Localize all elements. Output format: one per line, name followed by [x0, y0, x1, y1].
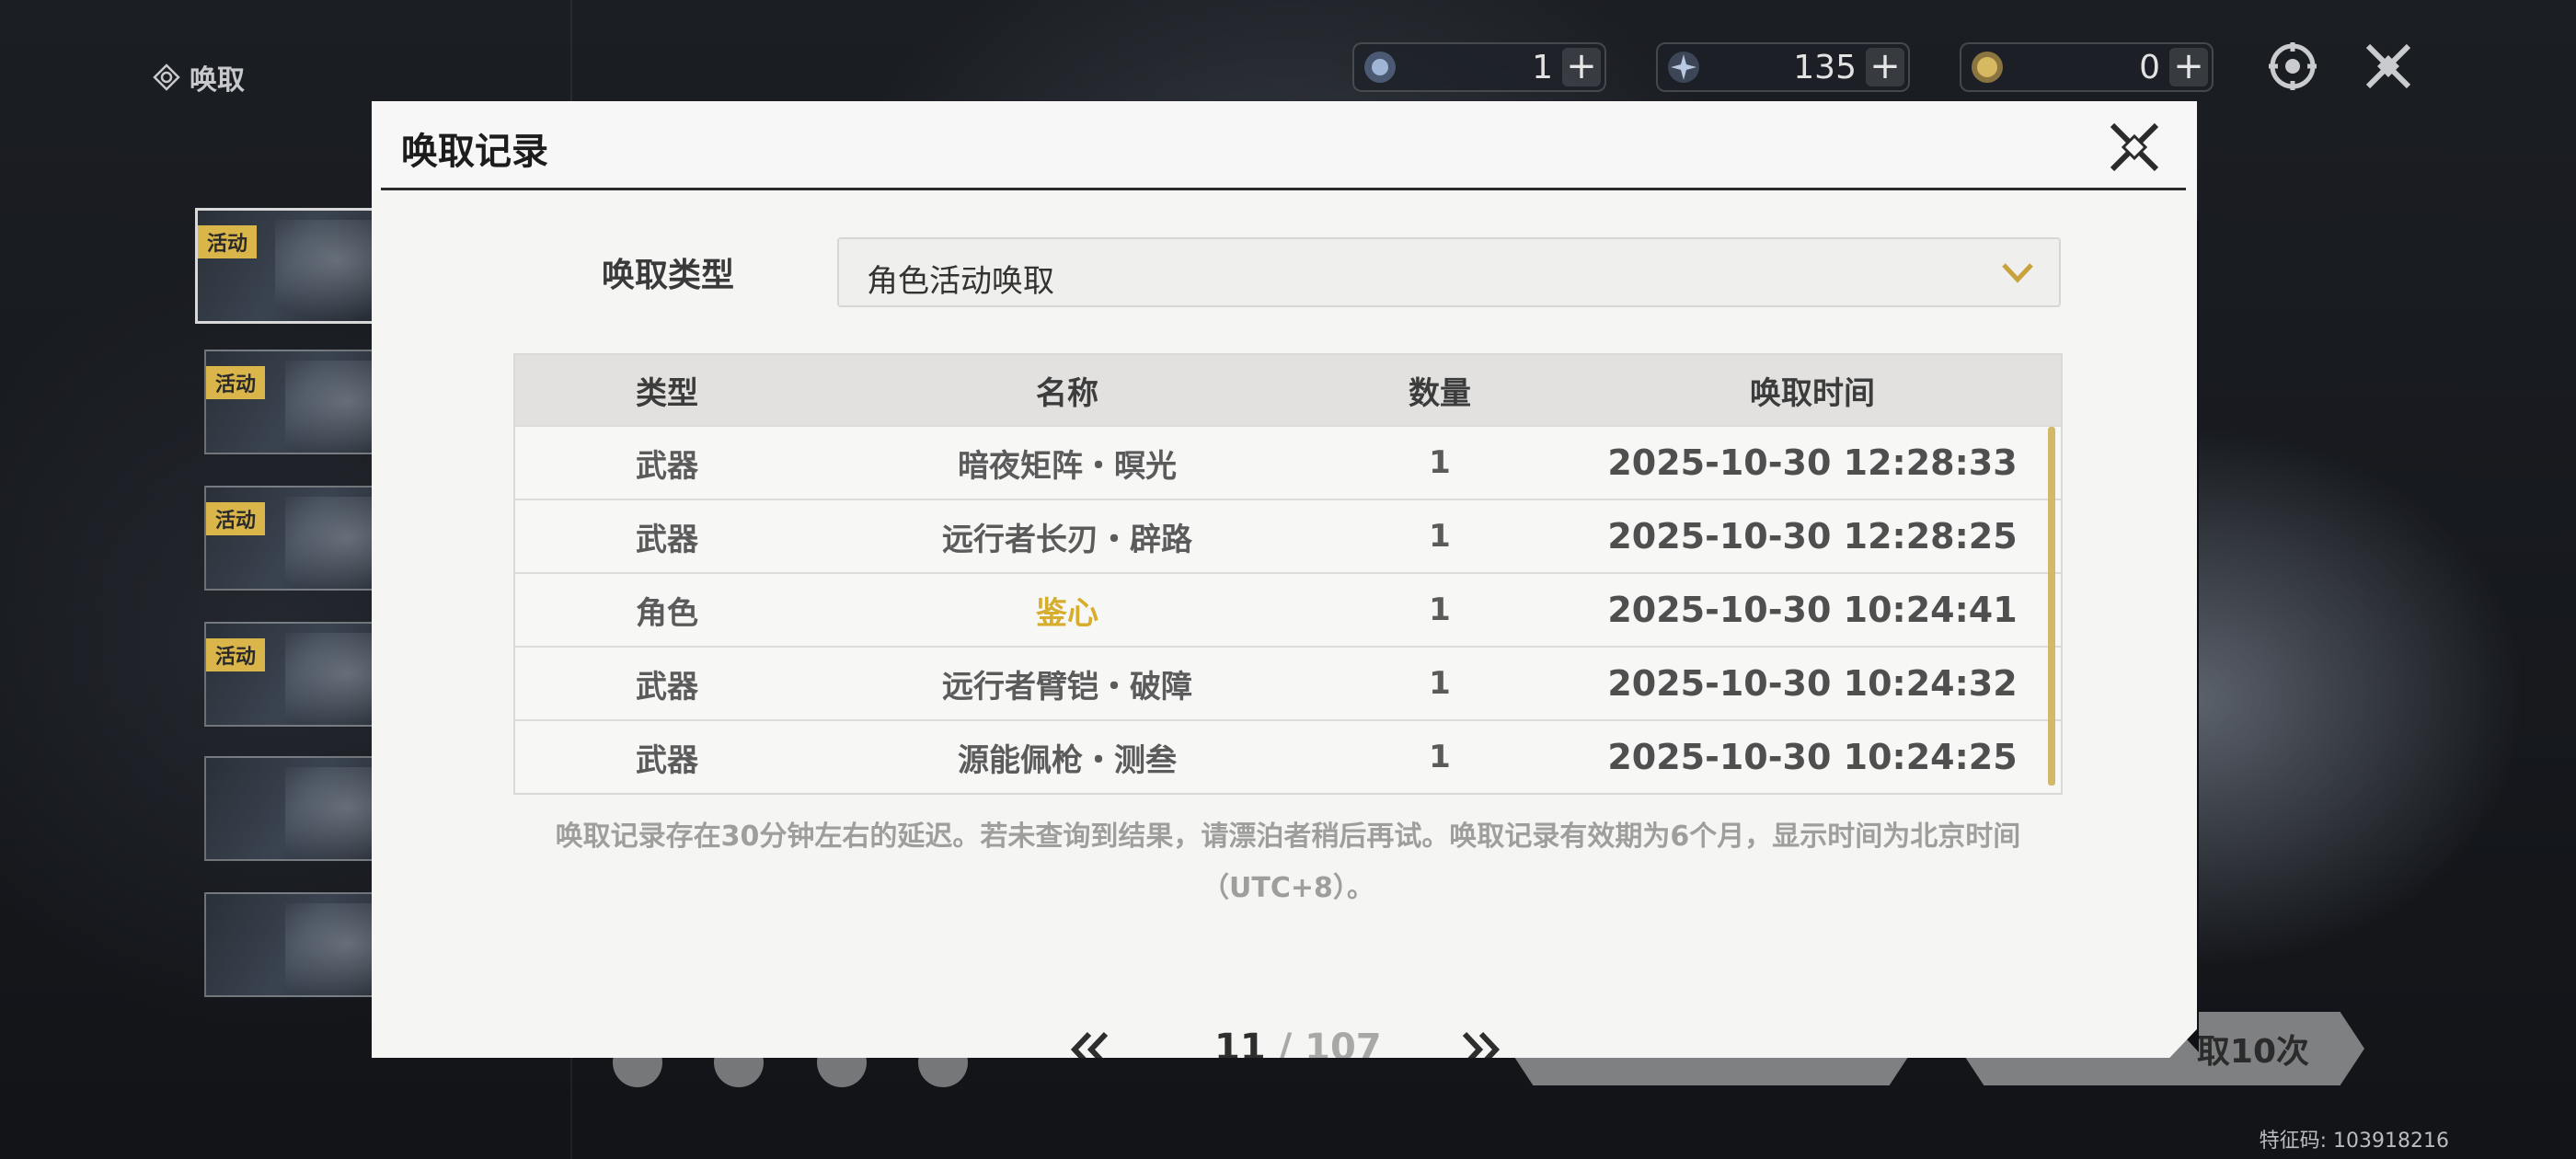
cell-type: 武器: [636, 668, 698, 706]
cell-type: 角色: [636, 594, 698, 632]
add-coin-button[interactable]: +: [2169, 48, 2208, 86]
cell-name: 源能佩枪・测叁: [958, 741, 1177, 779]
header-divider: [381, 188, 2186, 190]
currency-star-tide: 135 +: [1656, 42, 1910, 92]
banner-tag: 活动: [206, 638, 266, 671]
cell-type: 武器: [636, 741, 698, 779]
cell-type: 武器: [636, 447, 698, 485]
total-pages: 107: [1305, 1027, 1382, 1069]
game-screen: 唤取 活动 活动 活动 活动 1 + 135 + 0 + 取10次 特征码: 1…: [0, 0, 2576, 1159]
settings-icon[interactable]: [2265, 39, 2320, 94]
cell-quantity: 1: [1429, 665, 1451, 702]
convene-type-value: 角色活动唤取: [867, 263, 1054, 300]
banner-tag: 活动: [206, 366, 266, 399]
delay-notice: 唤取记录存在30分钟左右的延迟。若未查询到结果，请漂泊者稍后再试。唤取记录有效期…: [513, 811, 2063, 914]
pull-ten-label: 取10次: [2196, 1033, 2309, 1071]
table-row: 武器 远行者臂铠・破障 1 2025-10-30 10:24:32: [515, 646, 2061, 719]
chevron-down-icon: [2002, 263, 2033, 283]
cell-quantity: 1: [1429, 444, 1451, 481]
screen-title: 唤取: [153, 57, 245, 98]
cell-name: 暗夜矩阵・暝光: [958, 447, 1177, 485]
cell-time: 2025-10-30 10:24:32: [1607, 663, 2018, 704]
banner-tag: 活动: [198, 225, 258, 258]
page-indicator: 11 / 107: [1214, 1027, 1382, 1069]
notice-line-1: 唤取记录存在30分钟左右的延迟。若未查询到结果，请漂泊者稍后再试。唤取记录有效期…: [555, 820, 2021, 853]
header-name: 名称: [1036, 374, 1098, 412]
cell-quantity: 1: [1429, 591, 1451, 628]
current-page: 11: [1214, 1027, 1266, 1069]
convene-type-dropdown[interactable]: 角色活动唤取: [837, 237, 2061, 307]
history-table: 类型 名称 数量 唤取时间 武器 暗夜矩阵・暝光 1 2025-10-30 12…: [513, 353, 2063, 795]
table-row: 武器 暗夜矩阵・暝光 1 2025-10-30 12:28:33: [515, 425, 2061, 499]
currency-value: 0: [2139, 48, 2160, 86]
star-tide-icon: [1668, 52, 1699, 83]
cell-time: 2025-10-30 10:24:41: [1607, 590, 2018, 630]
header-quantity: 数量: [1409, 374, 1471, 412]
uid-text: 特征码: 103918216: [2259, 1130, 2449, 1153]
currency-coin: 0 +: [1960, 42, 2214, 92]
banner-tag: 活动: [206, 502, 266, 535]
table-body[interactable]: 武器 暗夜矩阵・暝光 1 2025-10-30 12:28:33 武器 远行者长…: [515, 425, 2061, 793]
table-row: 武器 源能佩枪・测叁 1 2025-10-30 10:24:25: [515, 719, 2061, 793]
cell-time: 2025-10-30 12:28:25: [1607, 516, 2018, 557]
add-star-tide-button[interactable]: +: [1866, 48, 1904, 86]
table-scrollbar[interactable]: [2048, 427, 2055, 786]
table-row: 角色 鉴心 1 2025-10-30 10:24:41: [515, 572, 2061, 646]
header-type: 类型: [636, 374, 698, 412]
add-lunite-button[interactable]: +: [1562, 48, 1601, 86]
cell-quantity: 1: [1429, 739, 1451, 775]
cell-name: 远行者长刃・辟路: [942, 521, 1192, 558]
cell-quantity: 1: [1429, 518, 1451, 555]
coin-icon: [1972, 52, 2003, 83]
modal-header: 唤取记录: [372, 101, 2197, 189]
header-time: 唤取时间: [1750, 374, 1875, 412]
table-row: 武器 远行者长刃・辟路 1 2025-10-30 12:28:25: [515, 499, 2061, 572]
modal-title: 唤取记录: [401, 131, 548, 173]
cell-time: 2025-10-30 12:28:33: [1607, 442, 2018, 483]
convene-type-label: 唤取类型: [602, 257, 735, 294]
convene-icon: [153, 63, 180, 91]
currency-lunite: 1 +: [1352, 42, 1606, 92]
page-separator: /: [1265, 1027, 1305, 1069]
screen-title-text: 唤取: [190, 64, 245, 97]
currency-value: 1: [1532, 48, 1553, 86]
previous-page-icon[interactable]: [1067, 1028, 1113, 1071]
cell-name-highlighted: 鉴心: [1036, 594, 1098, 632]
next-page-icon[interactable]: [1457, 1028, 1503, 1071]
cell-time: 2025-10-30 10:24:25: [1607, 737, 2018, 777]
notice-line-2: （UTC+8）。: [1202, 872, 1374, 904]
cell-type: 武器: [636, 521, 698, 558]
close-icon[interactable]: [2101, 114, 2168, 180]
currency-value: 135: [1793, 48, 1857, 86]
lunite-icon: [1364, 52, 1396, 83]
close-screen-icon[interactable]: [2361, 39, 2416, 94]
cell-name: 远行者臂铠・破障: [942, 668, 1192, 706]
table-header: 类型 名称 数量 唤取时间: [515, 355, 2061, 425]
convene-history-modal: 唤取记录 唤取类型 角色活动唤取 类型 名称 数量 唤取时间 武器 暗夜矩阵・暝…: [372, 101, 2197, 1058]
